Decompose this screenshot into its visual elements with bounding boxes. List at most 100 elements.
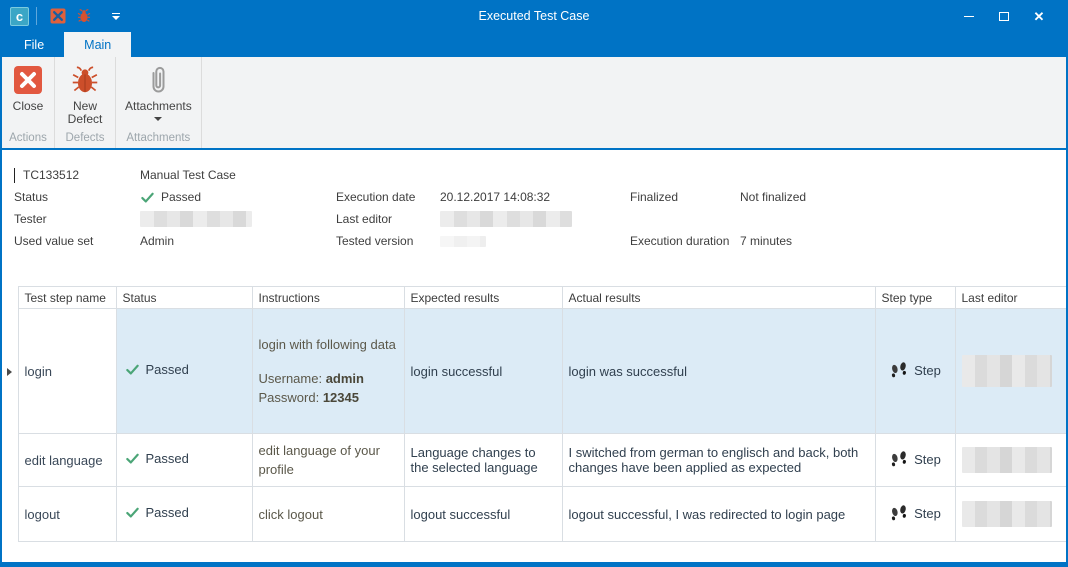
row-indicator-arrow-icon bbox=[7, 368, 12, 376]
tester-label: Tester bbox=[14, 212, 140, 226]
tester-value-redacted bbox=[140, 211, 336, 227]
footsteps-icon bbox=[889, 361, 909, 381]
column-header-step-type[interactable]: Step type bbox=[875, 287, 955, 309]
cell-expected-results[interactable]: logout successful bbox=[404, 487, 562, 542]
text-cursor bbox=[14, 168, 15, 183]
window-title: Executed Test Case bbox=[2, 0, 1066, 32]
ribbon-group-actions: Close Actions bbox=[2, 57, 55, 148]
row-indicator[interactable] bbox=[2, 309, 18, 434]
column-header-last-editor[interactable]: Last editor bbox=[955, 287, 1066, 309]
new-defect-button[interactable]: New Defect bbox=[59, 60, 111, 126]
column-header-test-step-name[interactable]: Test step name bbox=[18, 287, 116, 309]
close-x-icon bbox=[50, 8, 66, 24]
execution-date-label: Execution date bbox=[336, 190, 440, 204]
table-header-row: Test step name Status Instructions Expec… bbox=[2, 287, 1066, 309]
row-indicator[interactable] bbox=[2, 434, 18, 487]
attachments-dropdown-icon bbox=[154, 117, 162, 121]
group-label-actions: Actions bbox=[2, 131, 54, 148]
close-button[interactable]: Close bbox=[6, 60, 50, 113]
maximize-icon bbox=[999, 12, 1009, 21]
qat-separator bbox=[36, 7, 37, 25]
test-steps-table: Test step name Status Instructions Expec… bbox=[2, 286, 1066, 542]
check-icon bbox=[125, 451, 140, 469]
cell-step-name[interactable]: login bbox=[18, 309, 116, 434]
cell-actual-results[interactable]: I switched from german to englisch and b… bbox=[562, 434, 875, 487]
cell-status[interactable]: Passed bbox=[116, 434, 252, 487]
qat-new-defect-button[interactable] bbox=[71, 3, 97, 29]
finalized-label: Finalized bbox=[630, 190, 740, 204]
group-label-attachments: Attachments bbox=[116, 131, 201, 148]
app-logo-icon[interactable]: c bbox=[10, 7, 29, 26]
execution-duration-value: 7 minutes bbox=[740, 234, 1066, 248]
cell-step-type[interactable]: Step bbox=[875, 434, 955, 487]
cell-actual-results[interactable]: logout successful, I was redirected to l… bbox=[562, 487, 875, 542]
minimize-icon bbox=[964, 16, 974, 17]
status-label: Status bbox=[14, 190, 140, 204]
used-value-set-label: Used value set bbox=[14, 234, 140, 248]
cell-last-editor-redacted[interactable] bbox=[955, 309, 1066, 434]
cell-last-editor-redacted[interactable] bbox=[955, 487, 1066, 542]
test-case-type: Manual Test Case bbox=[140, 168, 336, 182]
check-icon bbox=[125, 362, 140, 380]
window-close-icon: ✕ bbox=[1034, 10, 1045, 23]
footsteps-icon bbox=[889, 450, 909, 470]
bug-icon bbox=[76, 8, 92, 24]
ribbon-group-defects: New Defect Defects bbox=[55, 57, 116, 148]
row-indicator-header bbox=[2, 287, 18, 309]
cell-step-name[interactable]: logout bbox=[18, 487, 116, 542]
cell-instructions[interactable]: edit language of your profile bbox=[252, 434, 404, 487]
column-header-status[interactable]: Status bbox=[116, 287, 252, 309]
executed-test-case-window: c Exe bbox=[0, 0, 1068, 567]
cell-step-type[interactable]: Step bbox=[875, 487, 955, 542]
cell-expected-results[interactable]: login successful bbox=[404, 309, 562, 434]
check-icon bbox=[140, 190, 155, 205]
cell-actual-results[interactable]: login was successful bbox=[562, 309, 875, 434]
qat-dropdown-icon[interactable] bbox=[103, 3, 129, 29]
tab-main[interactable]: Main bbox=[64, 32, 131, 57]
row-indicator[interactable] bbox=[2, 487, 18, 542]
cell-status[interactable]: Passed bbox=[116, 309, 252, 434]
content-area: TC133512 Manual Test Case Status Passed … bbox=[2, 150, 1066, 560]
column-header-expected-results[interactable]: Expected results bbox=[404, 287, 562, 309]
cell-step-name[interactable]: edit language bbox=[18, 434, 116, 487]
last-editor-label: Last editor bbox=[336, 212, 440, 226]
finalized-value: Not finalized bbox=[740, 190, 1066, 204]
window-controls: ✕ bbox=[956, 0, 1066, 32]
test-case-id-field[interactable]: TC133512 bbox=[14, 168, 140, 183]
qat-close-button[interactable] bbox=[45, 3, 71, 29]
attachments-button[interactable]: Attachments bbox=[120, 60, 197, 121]
status-value: Passed bbox=[140, 190, 336, 205]
test-step-row-login: login Passed login with following data U… bbox=[2, 309, 1066, 434]
maximize-button[interactable] bbox=[991, 3, 1017, 29]
cell-expected-results[interactable]: Language changes to the selected languag… bbox=[404, 434, 562, 487]
close-window-button[interactable]: ✕ bbox=[1026, 3, 1052, 29]
ribbon-tab-bar: File Main bbox=[2, 32, 1066, 57]
title-bar: c Exe bbox=[2, 0, 1066, 32]
used-value-set-value: Admin bbox=[140, 234, 336, 248]
test-step-row-logout: logout Passed click logout logout succes… bbox=[2, 487, 1066, 542]
check-icon bbox=[125, 505, 140, 523]
cell-step-type[interactable]: Step bbox=[875, 309, 955, 434]
ribbon-group-attachments: Attachments Attachments bbox=[116, 57, 202, 148]
last-editor-value-redacted bbox=[440, 211, 630, 227]
close-x-icon bbox=[13, 63, 43, 97]
minimize-button[interactable] bbox=[956, 3, 982, 29]
ribbon: Close Actions bbox=[2, 57, 1066, 150]
column-header-actual-results[interactable]: Actual results bbox=[562, 287, 875, 309]
cell-instructions[interactable]: login with following data Username: admi… bbox=[252, 309, 404, 434]
paperclip-icon bbox=[146, 63, 170, 97]
tab-file[interactable]: File bbox=[4, 32, 64, 57]
execution-duration-label: Execution duration bbox=[630, 234, 740, 248]
execution-date-value: 20.12.2017 14:08:32 bbox=[440, 190, 630, 204]
tested-version-value-redacted bbox=[440, 236, 630, 247]
cell-status[interactable]: Passed bbox=[116, 487, 252, 542]
footsteps-icon bbox=[889, 504, 909, 524]
test-case-details: TC133512 Manual Test Case Status Passed … bbox=[2, 150, 1066, 286]
column-header-instructions[interactable]: Instructions bbox=[252, 287, 404, 309]
cell-last-editor-redacted[interactable] bbox=[955, 434, 1066, 487]
test-step-row-edit-language: edit language Passed edit language of yo… bbox=[2, 434, 1066, 487]
quick-access-toolbar: c bbox=[2, 0, 129, 32]
group-label-defects: Defects bbox=[55, 131, 115, 148]
cell-instructions[interactable]: click logout bbox=[252, 487, 404, 542]
tested-version-label: Tested version bbox=[336, 234, 440, 248]
